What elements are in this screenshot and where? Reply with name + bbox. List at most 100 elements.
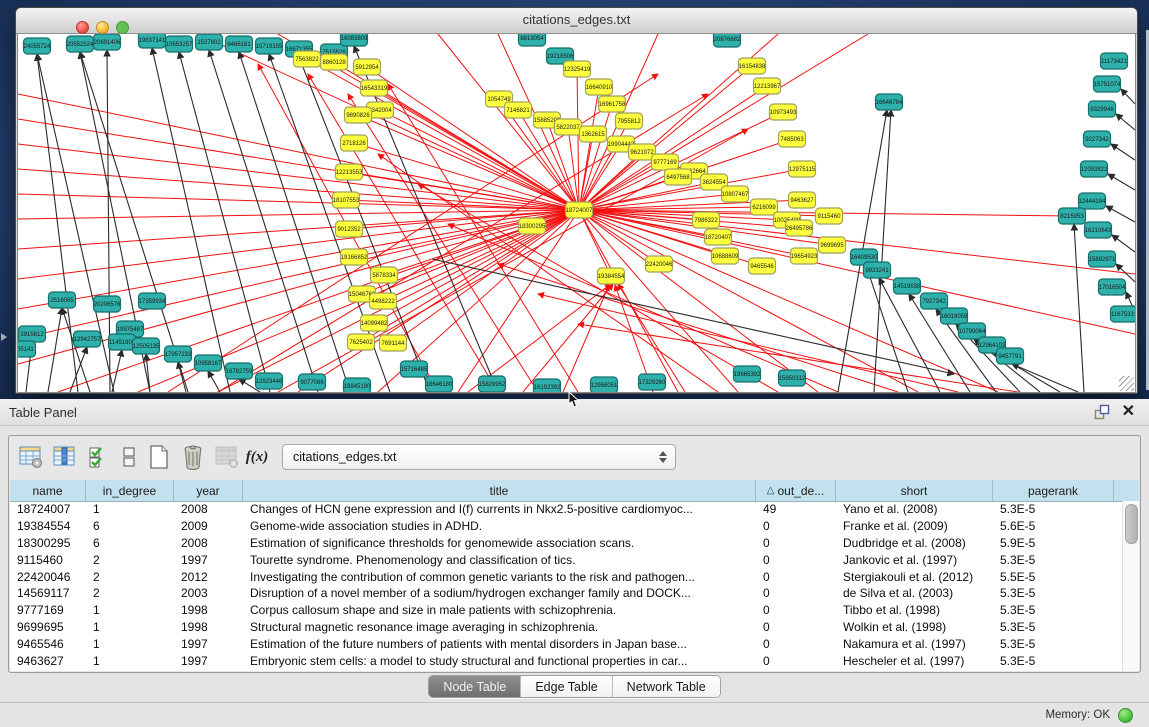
table-cell[interactable]: Tourette syndrome. Phenomenology and cla… xyxy=(243,553,756,567)
table-select-combobox[interactable]: citations_edges.txt xyxy=(282,444,676,470)
table-row[interactable]: 1872400712008Changes of HCN gene express… xyxy=(10,501,1123,518)
graph-node[interactable]: 19654923 xyxy=(791,248,819,264)
graph-node[interactable]: 14099482 xyxy=(361,315,389,331)
table-cell[interactable]: 0 xyxy=(756,519,836,533)
table-cell[interactable]: 1997 xyxy=(174,637,243,651)
table-row[interactable]: 946362711997Embryonic stem cells: a mode… xyxy=(10,652,1123,669)
graph-node[interactable]: 16083809 xyxy=(341,34,369,46)
graph-node[interactable]: 7485063 xyxy=(779,131,806,147)
select-rows-checkmarks-icon[interactable] xyxy=(84,443,114,471)
select-column-icon[interactable] xyxy=(50,443,80,471)
graph-node[interactable]: 10807467 xyxy=(722,186,750,202)
graph-node[interactable]: 9699695 xyxy=(819,237,846,253)
table-cell[interactable]: Investigating the contribution of common… xyxy=(243,570,756,584)
graph-node[interactable]: 9012352 xyxy=(336,221,363,237)
table-cell[interactable]: 0 xyxy=(756,620,836,634)
table-cell[interactable]: Structural magnetic resonance image aver… xyxy=(243,620,756,634)
graph-node[interactable]: 12325419 xyxy=(564,61,592,77)
graph-node[interactable]: 16648784 xyxy=(876,94,904,110)
table-cell[interactable]: 5.3E-5 xyxy=(993,502,1114,516)
table-cell[interactable]: 18724007 xyxy=(10,502,86,516)
table-cell[interactable]: Dudbridge et al. (2008) xyxy=(836,536,993,550)
graph-node[interactable]: 7955812 xyxy=(616,113,643,129)
graph-node[interactable]: 1527602 xyxy=(196,34,223,50)
graph-node[interactable]: 10719155 xyxy=(256,38,284,54)
table-row[interactable]: 1456911722003Disruption of a novel membe… xyxy=(10,585,1123,602)
table-cell[interactable]: 9463627 xyxy=(10,654,86,668)
table-cell[interactable]: Tibbo et al. (1998) xyxy=(836,603,993,617)
table-cell[interactable]: Corpus callosum shape and size in male p… xyxy=(243,603,756,617)
table-cell[interactable]: Hescheler et al. (1997) xyxy=(836,654,993,668)
graph-node[interactable]: 12975115 xyxy=(789,161,816,177)
graph-node[interactable]: 15829952 xyxy=(479,376,507,392)
table-cell[interactable]: 14569117 xyxy=(10,586,86,600)
graph-node[interactable]: 18300295 xyxy=(519,218,547,234)
graph-node[interactable]: 9227342 xyxy=(1084,131,1111,147)
column-header-title[interactable]: title xyxy=(243,480,756,501)
table-cell[interactable]: 0 xyxy=(756,586,836,600)
tab-node-table[interactable]: Node Table xyxy=(429,676,521,697)
table-cell[interactable]: 2 xyxy=(86,553,174,567)
column-header-short[interactable]: short xyxy=(836,480,993,501)
graph-node[interactable]: 15950312 xyxy=(779,370,807,386)
graph-node[interactable]: 10958167 xyxy=(195,355,223,371)
table-cell[interactable]: 0 xyxy=(756,570,836,584)
graph-node[interactable]: 7146821 xyxy=(505,102,532,118)
graph-node[interactable]: 16192392 xyxy=(534,379,562,392)
table-cell[interactable]: Embryonic stem cells: a model to study s… xyxy=(243,654,756,668)
graph-node[interactable]: 14519530 xyxy=(894,278,922,294)
graph-node[interactable]: 8505141 xyxy=(18,341,36,357)
graph-node[interactable]: 20691406 xyxy=(94,34,122,50)
network-svg[interactable]: 2405572420552524206914061983714110653257… xyxy=(18,34,1135,392)
graph-node[interactable]: 19837141 xyxy=(139,34,167,48)
graph-node[interactable]: 12505135 xyxy=(133,338,161,354)
graph-node[interactable]: 16154838 xyxy=(739,58,767,74)
graph-node[interactable]: 9329946 xyxy=(1089,101,1116,117)
table-cell[interactable]: Yano et al. (2008) xyxy=(836,502,993,516)
graph-node[interactable]: 15892971 xyxy=(1089,251,1117,267)
table-cell[interactable]: 5.3E-5 xyxy=(993,637,1114,651)
table-cell[interactable]: 19384554 xyxy=(10,519,86,533)
table-cell[interactable]: 9777169 xyxy=(10,603,86,617)
graph-node[interactable]: 18845190 xyxy=(344,378,372,392)
graph-node[interactable]: 24055724 xyxy=(24,38,52,54)
table-cell[interactable]: de Silva et al. (2003) xyxy=(836,586,993,600)
table-cell[interactable]: 9699695 xyxy=(10,620,86,634)
network-window-titlebar[interactable]: citations_edges.txt xyxy=(16,8,1137,34)
graph-node[interactable]: 9890826 xyxy=(345,107,372,123)
table-cell[interactable]: 5.3E-5 xyxy=(993,654,1114,668)
table-cell[interactable]: 5.3E-5 xyxy=(993,586,1114,600)
graph-node[interactable]: 18724007 xyxy=(566,202,594,218)
table-tabs[interactable]: Node TableEdge TableNetwork Table xyxy=(428,675,720,698)
graph-node[interactable]: 9457791 xyxy=(997,348,1024,364)
table-cell[interactable]: Jankovic et al. (1997) xyxy=(836,553,993,567)
table-cell[interactable]: 0 xyxy=(756,637,836,651)
graph-node[interactable]: 5912954 xyxy=(354,59,381,75)
graph-node[interactable]: 22420046 xyxy=(646,256,674,272)
graph-node[interactable]: 19166852 xyxy=(341,249,369,265)
graph-node[interactable]: 17329260 xyxy=(639,374,667,390)
graph-node[interactable]: 15716485 xyxy=(401,361,429,377)
graph-node[interactable]: 12923446 xyxy=(256,373,284,389)
graph-node[interactable]: 7625402 xyxy=(348,334,375,350)
table-cell[interactable]: Franke et al. (2009) xyxy=(836,519,993,533)
table-cell[interactable]: 5.3E-5 xyxy=(993,620,1114,634)
table-header[interactable]: namein_degreeyeartitle△out_de...shortpag… xyxy=(10,480,1139,502)
graph-node[interactable]: 20876682 xyxy=(714,34,742,47)
column-header-year[interactable]: year xyxy=(174,480,243,501)
column-header-name[interactable]: name xyxy=(10,480,86,501)
table-cell[interactable]: Estimation of the future numbers of pati… xyxy=(243,637,756,651)
table-cell[interactable]: Estimation of significance thresholds fo… xyxy=(243,536,756,550)
network-window[interactable]: citations_edges.txt 24055724205525242069… xyxy=(15,7,1138,394)
graph-node[interactable]: 19384554 xyxy=(598,268,626,284)
graph-node[interactable]: 15751074 xyxy=(1094,76,1122,92)
function-builder-button[interactable]: f(x) xyxy=(246,443,268,471)
graph-node[interactable]: 7927342 xyxy=(921,293,948,309)
graph-node[interactable]: 9077086 xyxy=(299,374,326,390)
table-cell[interactable]: 1998 xyxy=(174,620,243,634)
graph-node[interactable]: 6497568 xyxy=(665,169,692,185)
table-cell[interactable]: 22420046 xyxy=(10,570,86,584)
graph-node[interactable]: 16640910 xyxy=(586,79,614,95)
graph-node[interactable]: 6466161 xyxy=(226,36,253,52)
tab-network-table[interactable]: Network Table xyxy=(613,676,720,697)
